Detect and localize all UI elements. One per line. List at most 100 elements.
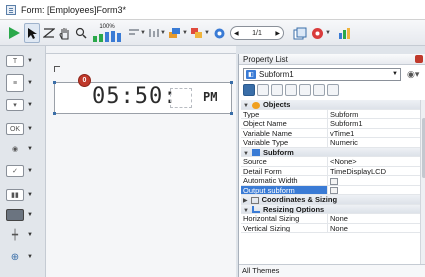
splitter-icon: ┿: [11, 229, 19, 241]
object-order-badge: 0: [78, 74, 91, 87]
objects-icon: [251, 101, 260, 109]
group-icon: [191, 28, 203, 38]
close-icon[interactable]: [415, 55, 423, 63]
tab-more[interactable]: [327, 84, 339, 96]
property-tabs: [243, 84, 339, 98]
select-tool-button[interactable]: [24, 23, 40, 43]
automatic-width-checkbox[interactable]: [330, 177, 338, 185]
zoom-bars-icon: [93, 31, 121, 42]
web-area-tool[interactable]: ⊕ ▼: [6, 250, 33, 264]
arrow-pointer-icon: [28, 27, 37, 39]
chart-button[interactable]: [336, 23, 352, 43]
object-selector[interactable]: ◧ Subform1 ▼: [243, 68, 401, 81]
property-list-panel: Property List ◧ Subform1 ▼ ◉▾ ▼ Objects T…: [238, 54, 425, 277]
run-form-button[interactable]: [6, 23, 22, 43]
lcd-ampm: PM: [203, 90, 218, 104]
property-row[interactable]: Source <None>: [241, 157, 420, 167]
object-palette: T ▼ ≡ ▼ ▾ ▼ OK ▼ ◉ ▼ ✓ ▼ ▮▮ ▼ ▼ ┿ ▼ ⊕ ▼: [0, 46, 46, 277]
selected-object-name: Subform1: [259, 70, 294, 79]
chevron-down-icon: ▼: [392, 71, 398, 77]
property-scrollbar[interactable]: [420, 100, 425, 264]
hand-icon: [59, 27, 69, 39]
resize-handle[interactable]: [230, 112, 233, 115]
section-objects[interactable]: ▼ Objects: [241, 100, 420, 110]
origin-marker: [54, 66, 60, 72]
lcd-time-digits: 05:50:: [92, 84, 178, 109]
combo-box-icon: ▾: [6, 99, 24, 111]
hand-tool-button[interactable]: [58, 23, 72, 43]
progress-icon: ▮▮: [6, 189, 24, 201]
property-row[interactable]: Variable Name vTime1: [241, 128, 420, 138]
resize-handle[interactable]: [230, 81, 233, 84]
globe-icon: ⊕: [10, 251, 20, 263]
align-button[interactable]: ▼: [128, 23, 146, 43]
horizontal-ruler: [46, 46, 236, 54]
form-icon: [6, 4, 16, 15]
subform-button[interactable]: [292, 23, 308, 43]
property-row-selected[interactable]: Output subform: [241, 185, 420, 195]
tab-entry[interactable]: [285, 84, 297, 96]
theme-filter[interactable]: All Themes: [239, 264, 425, 277]
magnifier-icon: [75, 27, 87, 39]
tab-events[interactable]: [271, 84, 283, 96]
checkbox-icon: ✓: [6, 165, 24, 177]
next-page-icon: ▶: [275, 30, 280, 37]
collapse-triangle-icon: ▼: [243, 207, 249, 214]
level-button[interactable]: ▼: [168, 23, 188, 43]
output-subform-checkbox[interactable]: [330, 187, 338, 194]
form-editor-toolbar: 100% ▼ ▼ ▼ ▼ ◀ 1/1 ▶ ▼: [0, 20, 425, 46]
button-tool[interactable]: OK ▼: [6, 122, 33, 136]
section-coordinates[interactable]: ▶ Coordinates & Sizing: [241, 195, 420, 205]
property-row[interactable]: Vertical Sizing None: [241, 223, 420, 233]
checkbox-tool[interactable]: ✓ ▼: [6, 164, 33, 178]
property-row[interactable]: Horizontal Sizing None: [241, 214, 420, 224]
property-row[interactable]: Object Name Subform1: [241, 119, 420, 129]
field-tool[interactable]: T ▼: [6, 54, 33, 68]
resizing-icon: [251, 206, 260, 213]
pages-icon: [293, 27, 307, 39]
property-row[interactable]: Variable Type Numeric: [241, 138, 420, 148]
macro-button[interactable]: ▼: [310, 23, 332, 43]
rectangle-icon: [6, 209, 24, 221]
tab-display[interactable]: [257, 84, 269, 96]
line-tool[interactable]: ┿ ▼: [6, 228, 33, 242]
window-titlebar: Form: [Employees]Form3*: [0, 0, 425, 20]
play-icon: [9, 27, 20, 39]
window-title: Form: [Employees]Form3*: [21, 4, 127, 15]
entry-order-button[interactable]: [42, 23, 56, 43]
tab-subform[interactable]: [313, 84, 325, 96]
tab-all-properties[interactable]: [243, 84, 255, 96]
property-row[interactable]: Type Subform: [241, 109, 420, 119]
combo-tool[interactable]: ▾ ▼: [6, 98, 33, 112]
group-button[interactable]: ▼: [190, 23, 210, 43]
collapse-triangle-icon: ▼: [243, 103, 249, 109]
align-icon: [129, 29, 139, 35]
tab-graphics[interactable]: [299, 84, 311, 96]
eye-icon[interactable]: ◉▾: [407, 69, 419, 80]
resize-handle[interactable]: [53, 112, 56, 115]
zoom-level-control[interactable]: 100%: [90, 23, 124, 43]
section-subform[interactable]: ▼ Subform: [241, 147, 420, 157]
property-list-title: Property List: [239, 54, 425, 65]
property-grid: ▼ Objects Type Subform Object Name Subform1…: [241, 100, 420, 233]
zoom-tool-button[interactable]: [74, 23, 88, 43]
button-icon: OK: [6, 123, 24, 135]
subform-object-icon: ◧: [246, 70, 256, 79]
gear-icon: [312, 27, 324, 39]
property-row[interactable]: Detail Form TimeDisplayLCD: [241, 166, 420, 176]
progress-tool[interactable]: ▮▮ ▼: [6, 188, 33, 202]
section-resizing[interactable]: ▼ Resizing Options: [241, 204, 420, 214]
radio-tool[interactable]: ◉ ▼: [6, 142, 33, 156]
page-selector[interactable]: ◀ 1/1 ▶: [228, 23, 286, 43]
resize-handle[interactable]: [53, 81, 56, 84]
zigzag-icon: [43, 28, 55, 38]
property-row[interactable]: Automatic Width: [241, 176, 420, 186]
lcd-seconds-placeholder: [170, 88, 192, 108]
view-button[interactable]: [212, 23, 226, 43]
list-tool[interactable]: ≡ ▼: [6, 74, 33, 92]
radio-icon: ◉: [11, 146, 19, 153]
distribute-button[interactable]: ▼: [148, 23, 166, 43]
shape-tool[interactable]: ▼: [6, 208, 33, 222]
expand-triangle-icon: ▶: [243, 198, 248, 204]
layers-icon: [169, 28, 181, 38]
